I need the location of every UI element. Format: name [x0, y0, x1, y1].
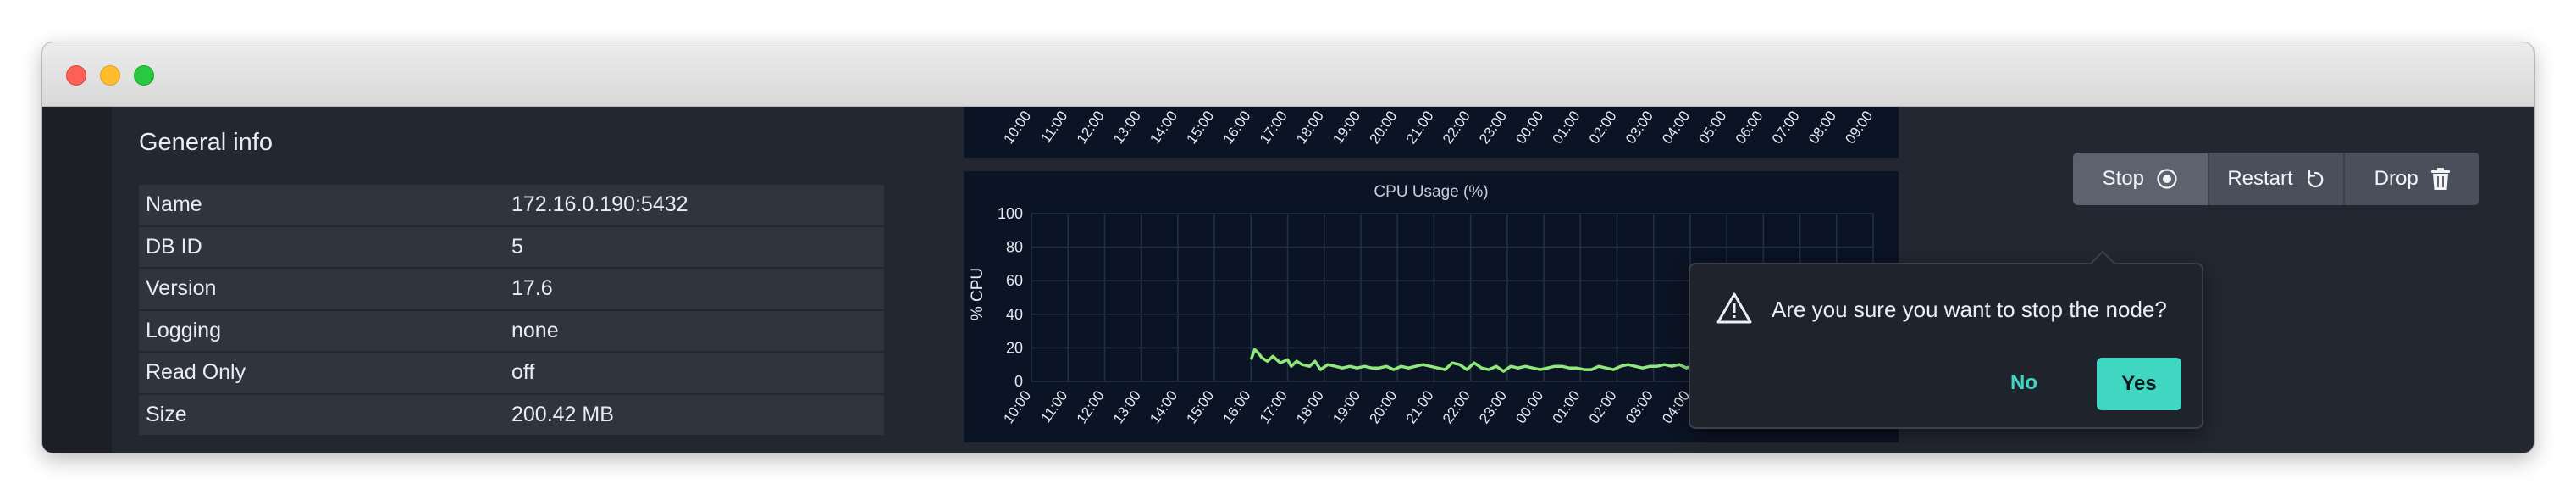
previous-chart-x-tick-label: 01:00 — [1550, 108, 1584, 147]
general-info-table: Name 172.16.0.190:5432 DB ID 5 Version 1… — [139, 185, 884, 437]
previous-chart-x-tick-label: 08:00 — [1805, 108, 1839, 147]
previous-chart-x-tick-label: 23:00 — [1476, 108, 1510, 147]
drop-button[interactable]: Drop — [2345, 153, 2479, 205]
title-bar — [42, 42, 2534, 107]
previous-chart-x-tick-label: 02:00 — [1586, 108, 1620, 147]
previous-chart-x-tick-label: 05:00 — [1695, 108, 1729, 147]
previous-chart-x-tick-label: 15:00 — [1183, 108, 1217, 147]
x-tick-label: 19:00 — [1329, 387, 1363, 426]
previous-chart-x-tick-label: 09:00 — [1842, 108, 1876, 147]
x-tick-label: 13:00 — [1110, 387, 1144, 426]
previous-chart-x-tick-label: 20:00 — [1366, 108, 1400, 147]
y-tick-label: 100 — [998, 205, 1023, 222]
x-tick-label: 15:00 — [1183, 387, 1217, 426]
info-label: Logging — [146, 318, 221, 342]
x-tick-label: 02:00 — [1586, 387, 1620, 426]
close-window-button[interactable] — [66, 65, 86, 86]
y-tick-label: 80 — [1006, 239, 1023, 256]
x-tick-label: 23:00 — [1476, 387, 1510, 426]
previous-chart-x-tick-label: 07:00 — [1769, 108, 1803, 147]
previous-chart-x-tick-label: 00:00 — [1512, 108, 1546, 147]
previous-chart-x-tick-label: 03:00 — [1622, 108, 1656, 147]
confirm-no-button[interactable]: No — [1995, 358, 2053, 409]
info-row-version: Version 17.6 — [139, 269, 884, 311]
main-content: General info Name 172.16.0.190:5432 DB I… — [42, 107, 2534, 453]
info-row-db-id: DB ID 5 — [139, 226, 884, 269]
x-tick-label: 17:00 — [1257, 387, 1291, 426]
previous-chart-x-tick-label: 10:00 — [1000, 108, 1034, 147]
previous-chart-x-tick-label: 06:00 — [1733, 108, 1766, 147]
restart-button[interactable]: Restart — [2209, 153, 2346, 205]
minimize-window-button[interactable] — [100, 65, 120, 86]
zoom-window-button[interactable] — [134, 65, 154, 86]
previous-chart-x-tick-label: 18:00 — [1293, 108, 1327, 147]
info-value: 17.6 — [511, 276, 553, 301]
previous-chart-x-tick-label: 22:00 — [1440, 108, 1473, 147]
previous-chart-svg: 10:00 11:00 12:00 13:00 14:00 15:00 16:00 17:00… — [1000, 108, 1876, 147]
y-tick-label: 0 — [1014, 373, 1023, 390]
info-label: Size — [146, 402, 187, 426]
previous-chart-x-tick-label: 14:00 — [1147, 108, 1180, 147]
x-tick-label: 20:00 — [1366, 387, 1400, 426]
previous-chart-x-tick-label: 11:00 — [1037, 108, 1070, 146]
x-tick-label: 03:00 — [1622, 387, 1656, 426]
info-label: DB ID — [146, 234, 202, 259]
previous-chart-x-tick-label: 13:00 — [1110, 108, 1144, 147]
info-value: 5 — [511, 234, 523, 259]
info-label: Name — [146, 192, 202, 217]
stop-circle-icon — [2157, 169, 2177, 189]
previous-chart-x-tick-label: 17:00 — [1257, 108, 1291, 147]
x-tick-label: 00:00 — [1512, 387, 1546, 426]
info-label: Read Only — [146, 360, 246, 385]
info-value: 172.16.0.190:5432 — [511, 192, 688, 217]
stop-confirm-popover: Are you sure you want to stop the node? … — [1689, 250, 2203, 429]
info-row-logging: Logging none — [139, 310, 884, 353]
y-tick-label: 60 — [1006, 272, 1023, 289]
info-row-name: Name 172.16.0.190:5432 — [139, 185, 884, 227]
stop-button[interactable]: Stop — [2073, 153, 2209, 205]
x-tick-label: 21:00 — [1403, 387, 1437, 426]
x-tick-label: 11:00 — [1037, 387, 1070, 425]
x-tick-label: 12:00 — [1074, 387, 1108, 426]
chart-y-axis-label: % CPU — [969, 268, 987, 320]
previous-chart-x-tick-label: 04:00 — [1659, 108, 1693, 147]
info-row-read-only: Read Only off — [139, 353, 884, 395]
node-actions-toolbar: Stop Restart Drop — [2073, 153, 2479, 205]
restart-label: Restart — [2227, 167, 2293, 190]
chart-title: CPU Usage (%) — [1374, 183, 1488, 201]
x-tick-label: 01:00 — [1550, 387, 1584, 426]
previous-chart-x-tick-label: 12:00 — [1074, 108, 1108, 147]
info-row-size: Size 200.42 MB — [139, 394, 884, 437]
previous-chart-x-tick-label: 21:00 — [1403, 108, 1437, 147]
previous-chart-x-tick-label: 16:00 — [1220, 108, 1254, 147]
x-tick-label: 22:00 — [1440, 387, 1473, 426]
y-tick-label: 20 — [1006, 339, 1023, 356]
warning-icon — [1716, 292, 1752, 324]
info-value: 200.42 MB — [511, 402, 614, 426]
y-tick-label: 40 — [1006, 306, 1023, 323]
x-tick-label: 18:00 — [1293, 387, 1327, 426]
x-tick-label: 14:00 — [1147, 387, 1180, 426]
x-tick-label: 10:00 — [1000, 387, 1034, 426]
confirm-yes-button[interactable]: Yes — [2097, 358, 2181, 410]
popover-arrow — [2089, 250, 2116, 277]
info-label: Version — [146, 276, 217, 301]
drop-label: Drop — [2374, 167, 2418, 190]
stop-label: Stop — [2102, 167, 2145, 190]
left-sidebar — [42, 107, 112, 453]
info-value: off — [511, 360, 535, 385]
confirm-message: Are you sure you want to stop the node? — [1772, 297, 2167, 322]
restart-icon — [2307, 169, 2323, 188]
app-window: General info Name 172.16.0.190:5432 DB I… — [42, 42, 2534, 453]
previous-chart-x-tick-label: 19:00 — [1329, 108, 1363, 147]
x-tick-label: 16:00 — [1220, 387, 1254, 426]
info-value: none — [511, 318, 559, 342]
general-info-title: General info — [139, 129, 273, 156]
previous-chart-axis: 10:00 11:00 12:00 13:00 14:00 15:00 16:00 17:00… — [964, 107, 1899, 158]
trash-icon — [2430, 168, 2450, 190]
